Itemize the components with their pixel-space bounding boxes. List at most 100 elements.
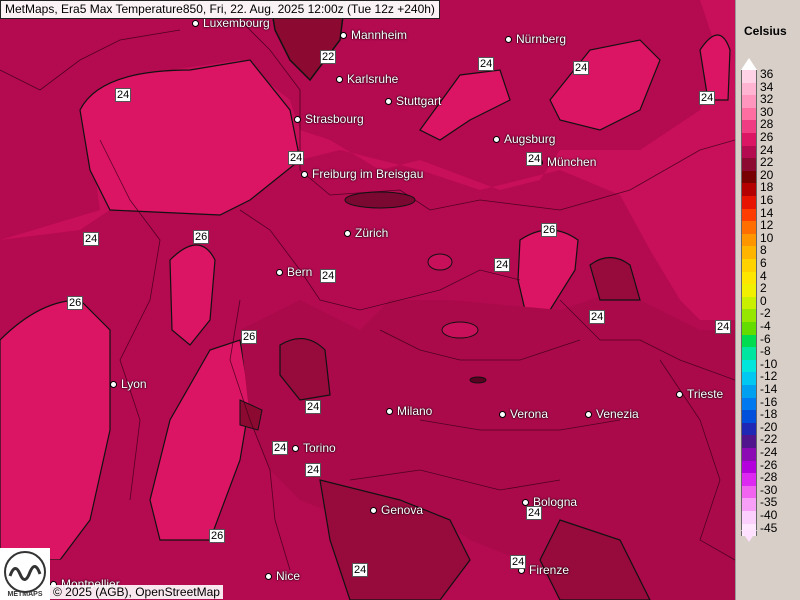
legend-swatch: [741, 284, 757, 297]
city-label: Stuttgart: [385, 94, 441, 108]
legend-swatch: [741, 385, 757, 398]
map-canvas: [0, 0, 735, 600]
legend-label: 28: [760, 117, 774, 132]
legend-swatch: [741, 448, 757, 461]
city-label: Torino: [292, 441, 336, 455]
legend-swatch: [741, 511, 757, 524]
legend-swatch: [741, 120, 757, 133]
legend-swatch: [741, 233, 757, 247]
legend-label: -4: [760, 319, 771, 333]
city-label: München: [536, 155, 596, 169]
legend-swatch: [741, 334, 757, 348]
legend-label: -18: [760, 407, 778, 422]
legend-label: 8: [760, 243, 767, 258]
isoline-label: 24: [478, 57, 495, 71]
isoline-label: 26: [241, 330, 258, 344]
legend-swatch: [741, 70, 757, 83]
legend-label: -12: [760, 369, 778, 384]
legend-label: -45: [760, 520, 778, 535]
isoline-label: 24: [320, 269, 337, 283]
isoline-label: 24: [526, 152, 543, 166]
legend-swatch: [741, 473, 757, 486]
legend-swatch: [741, 259, 757, 272]
legend-label: 0: [760, 293, 767, 308]
attribution: © 2025 (AGB), OpenStreetMap: [50, 585, 223, 599]
isoline-label: 24: [83, 232, 100, 246]
legend-label: 24: [760, 142, 774, 157]
legend-label: -24: [760, 445, 778, 459]
metmaps-logo: METMAPS: [0, 548, 50, 600]
logo-text: METMAPS: [8, 591, 43, 598]
legend-label: 34: [760, 79, 774, 94]
city-label: Lyon: [110, 377, 147, 391]
legend-label: -8: [760, 344, 771, 359]
isoline-label: 22: [320, 50, 337, 64]
legend-swatch: [741, 296, 757, 310]
legend-label: 2: [760, 281, 767, 296]
legend-label: -28: [760, 470, 778, 485]
isoline-label: 24: [288, 151, 305, 165]
isoline-label: 24: [115, 88, 132, 102]
legend-swatch: [741, 322, 757, 335]
city-label: Nice: [265, 569, 300, 583]
legend-swatch: [741, 246, 757, 259]
legend-swatch: [741, 170, 757, 184]
legend-label: -10: [760, 356, 778, 371]
isoline-label: 26: [67, 296, 84, 310]
city-label: Genova: [370, 503, 423, 517]
isoline-label: 24: [494, 258, 511, 272]
legend-swatch: [741, 221, 757, 234]
legend-swatch: [741, 107, 757, 121]
isoline-label: 24: [305, 400, 322, 414]
legend-label: 16: [760, 193, 774, 207]
legend-swatch: [741, 309, 757, 322]
legend-swatch: [741, 183, 757, 196]
city-label: Bern: [276, 265, 312, 279]
city-label: Freiburg im Breisgau: [301, 167, 423, 181]
legend-label: -26: [760, 457, 778, 472]
city-label: Verona: [499, 407, 548, 421]
city-label: Nürnberg: [505, 32, 566, 46]
legend-label: 36: [760, 67, 774, 81]
isoline-label: 24: [510, 555, 527, 569]
isoline-label: 24: [352, 563, 369, 577]
legend-swatch: [741, 460, 757, 474]
legend-label: 26: [760, 130, 774, 144]
legend-label: 32: [760, 92, 774, 107]
city-label: Zürich: [344, 226, 388, 240]
legend-label: -6: [760, 331, 771, 346]
legend-label: 20: [760, 167, 774, 182]
legend-label: -16: [760, 394, 778, 409]
isoline-label: 26: [193, 230, 210, 244]
legend-label: 10: [760, 230, 774, 245]
legend-arrow-down-icon: [741, 530, 757, 542]
legend-label: -30: [760, 482, 778, 497]
isoline-label: 24: [589, 310, 606, 324]
legend-label: 12: [760, 218, 774, 233]
legend-label: -14: [760, 382, 778, 396]
legend-unit: Celsius: [744, 24, 787, 38]
legend-swatch: [741, 485, 757, 499]
isoline-label: 24: [573, 61, 590, 75]
legend-label: -40: [760, 508, 778, 522]
legend-swatch: [741, 410, 757, 423]
legend-swatch: [741, 271, 757, 285]
legend-swatch: [741, 145, 757, 159]
legend-swatch: [741, 435, 757, 448]
legend-label: -20: [760, 419, 778, 434]
city-label: Venezia: [585, 407, 639, 421]
legend-swatch: [741, 397, 757, 411]
legend-swatch: [741, 359, 757, 373]
legend-swatch: [741, 158, 757, 171]
isoline-label: 24: [715, 320, 732, 334]
legend-swatch: [741, 422, 757, 436]
legend-swatch: [741, 347, 757, 360]
isoline-label: 26: [209, 529, 226, 543]
isoline-label: 24: [305, 463, 322, 477]
legend-swatch: [741, 82, 757, 96]
legend-label: 18: [760, 180, 774, 195]
isoline-label: 24: [272, 441, 289, 455]
city-label: Karlsruhe: [336, 72, 398, 86]
temperature-map[interactable]: MetMaps, Era5 Max Temperature850, Fri, 2…: [0, 0, 735, 600]
city-label: Trieste: [676, 387, 723, 401]
